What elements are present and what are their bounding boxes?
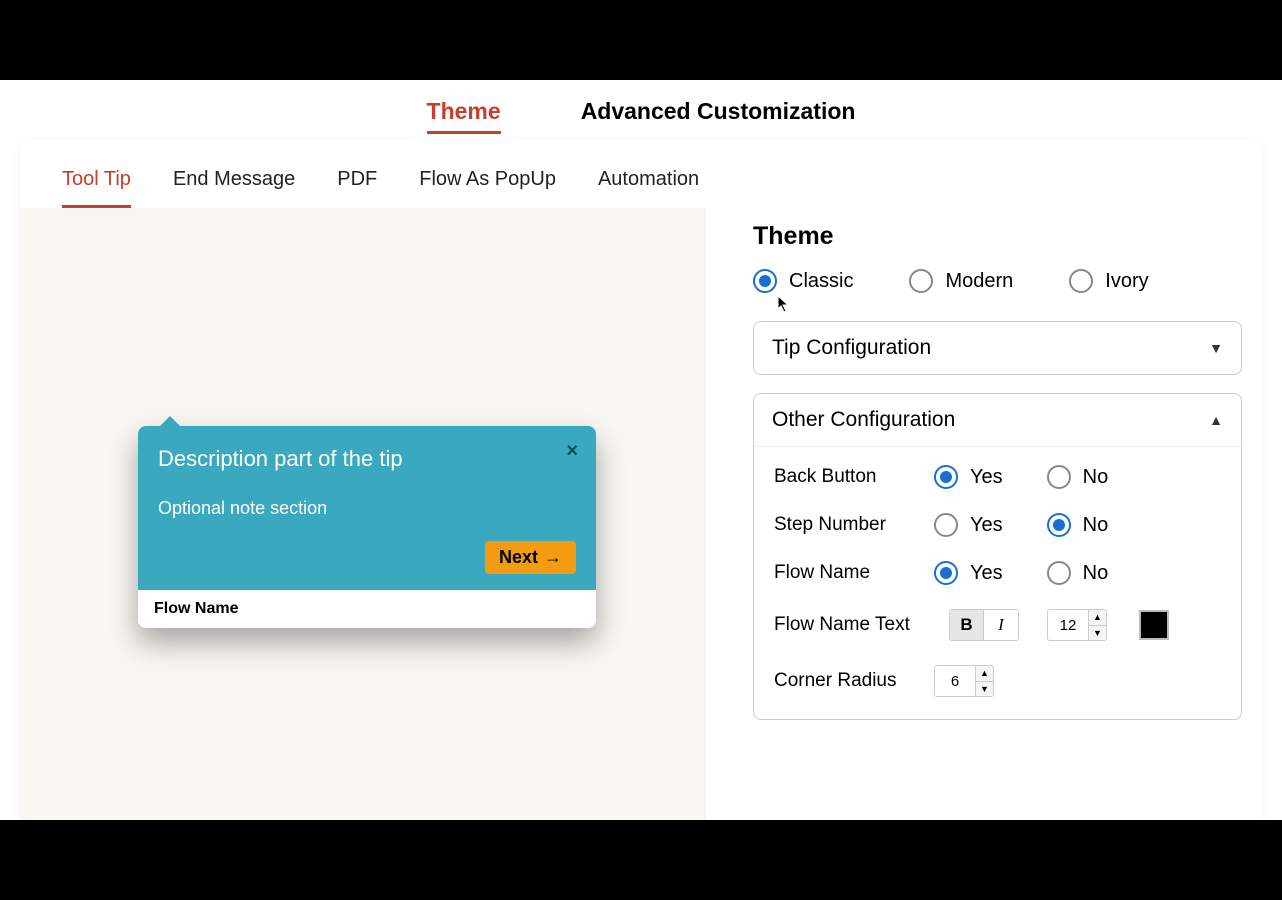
color-swatch[interactable] xyxy=(1139,610,1169,640)
radio-label: Classic xyxy=(789,270,853,293)
next-button-label: Next xyxy=(499,547,538,568)
subtab-flow-popup[interactable]: Flow As PopUp xyxy=(419,168,556,208)
stepper-up-icon[interactable]: ▲ xyxy=(976,666,993,682)
label-back-button: Back Button xyxy=(774,466,934,488)
radio-label: No xyxy=(1083,466,1109,489)
font-size-stepper[interactable]: ▲ ▼ xyxy=(1047,609,1107,641)
stepper-down-icon[interactable]: ▼ xyxy=(976,682,993,697)
step-number-no[interactable]: No xyxy=(1047,513,1109,537)
accordion-tip-configuration[interactable]: Tip Configuration ▼ xyxy=(753,321,1242,375)
label-flow-name: Flow Name xyxy=(774,562,934,584)
radio-icon xyxy=(909,269,933,293)
stepper-up-icon[interactable]: ▲ xyxy=(1089,610,1106,626)
bold-button[interactable]: B xyxy=(950,610,984,640)
accordion-header-other[interactable]: Other Configuration ▲ xyxy=(754,394,1241,447)
bold-italic-toggle: B I xyxy=(949,609,1019,641)
back-button-no[interactable]: No xyxy=(1047,465,1109,489)
step-number-yes[interactable]: Yes xyxy=(934,513,1003,537)
main-panel: Tool Tip End Message PDF Flow As PopUp A… xyxy=(20,140,1262,900)
label-corner-radius: Corner Radius xyxy=(774,670,934,692)
radio-label: Ivory xyxy=(1105,270,1148,293)
subtab-automation[interactable]: Automation xyxy=(598,168,699,208)
tab-theme[interactable]: Theme xyxy=(427,98,501,134)
corner-radius-stepper[interactable]: ▲ ▼ xyxy=(934,665,994,697)
close-icon[interactable]: × xyxy=(566,440,578,463)
flow-name-no[interactable]: No xyxy=(1047,561,1109,585)
radio-label: No xyxy=(1083,514,1109,537)
subtab-end-message[interactable]: End Message xyxy=(173,168,295,208)
tooltip-preview-card: × Description part of the tip Optional n… xyxy=(138,426,596,628)
tooltip-body: × Description part of the tip Optional n… xyxy=(138,426,596,590)
radio-icon xyxy=(1047,465,1071,489)
flow-name-yes[interactable]: Yes xyxy=(934,561,1003,585)
accordion-other-configuration: Other Configuration ▲ Back Button Yes xyxy=(753,393,1242,720)
radio-label: Yes xyxy=(970,466,1003,489)
theme-option-modern[interactable]: Modern xyxy=(909,269,1013,293)
letterbox-bottom xyxy=(0,820,1282,900)
radio-icon xyxy=(934,465,958,489)
radio-label: No xyxy=(1083,562,1109,585)
top-tabs: Theme Advanced Customization xyxy=(0,80,1282,134)
label-flow-name-text: Flow Name Text xyxy=(774,614,949,636)
italic-button[interactable]: I xyxy=(984,610,1018,640)
radio-icon xyxy=(934,513,958,537)
tooltip-note: Optional note section xyxy=(158,498,576,519)
stepper-down-icon[interactable]: ▼ xyxy=(1089,626,1106,641)
config-heading: Theme xyxy=(753,222,1242,251)
accordion-title: Other Configuration xyxy=(772,408,955,432)
sub-tabs: Tool Tip End Message PDF Flow As PopUp A… xyxy=(20,140,1262,208)
letterbox-top xyxy=(0,0,1282,80)
subtab-pdf[interactable]: PDF xyxy=(337,168,377,208)
theme-option-classic[interactable]: Classic xyxy=(753,269,853,293)
radio-icon xyxy=(1047,513,1071,537)
radio-label: Yes xyxy=(970,514,1003,537)
radio-icon xyxy=(1047,561,1071,585)
preview-area: × Description part of the tip Optional n… xyxy=(20,208,705,900)
tooltip-arrow-icon xyxy=(160,416,180,426)
font-size-input[interactable] xyxy=(1048,610,1088,640)
chevron-up-icon: ▲ xyxy=(1209,412,1223,428)
theme-radio-row: Classic Modern Ivory xyxy=(753,269,1242,293)
tooltip-footer: Flow Name xyxy=(138,590,596,628)
radio-icon xyxy=(934,561,958,585)
accordion-title: Tip Configuration xyxy=(772,336,931,360)
radio-icon xyxy=(753,269,777,293)
config-area: Theme Classic Modern Ivory xyxy=(705,208,1262,900)
label-step-number: Step Number xyxy=(774,514,934,536)
tooltip-description: Description part of the tip xyxy=(158,446,576,472)
corner-radius-input[interactable] xyxy=(935,666,975,696)
radio-label: Yes xyxy=(970,562,1003,585)
theme-option-ivory[interactable]: Ivory xyxy=(1069,269,1148,293)
arrow-right-icon: → xyxy=(544,547,562,568)
radio-icon xyxy=(1069,269,1093,293)
cursor-icon xyxy=(777,295,791,318)
subtab-tooltip[interactable]: Tool Tip xyxy=(62,168,131,208)
chevron-down-icon: ▼ xyxy=(1209,340,1223,356)
tab-advanced-customization[interactable]: Advanced Customization xyxy=(581,98,856,134)
radio-label: Modern xyxy=(945,270,1013,293)
back-button-yes[interactable]: Yes xyxy=(934,465,1003,489)
next-button[interactable]: Next → xyxy=(485,541,576,574)
